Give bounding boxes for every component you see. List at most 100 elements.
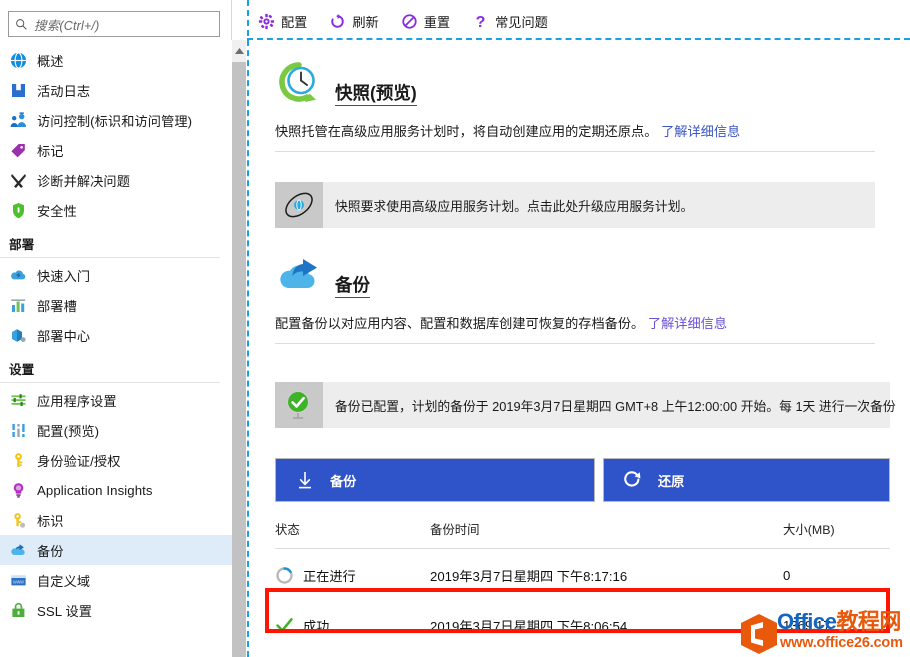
backup-learn-more-link[interactable]: 了解详细信息	[648, 316, 727, 331]
custom-domain-www-icon: www	[9, 571, 28, 590]
row-status-label: 成功	[303, 618, 330, 634]
divider	[0, 382, 220, 383]
identity-key-icon	[9, 511, 28, 530]
sidebar-item-label: Application Insights	[37, 482, 153, 498]
snapshot-info-banner[interactable]: 快照要求使用高级应用服务计划。点击此处升级应用服务计划。	[275, 182, 875, 228]
sidebar-item-access-control[interactable]: 访问控制(标识和访问管理)	[0, 105, 232, 135]
sidebar-item-label: 部署槽	[37, 298, 77, 314]
backup-history-table: 状态 备份时间 大小(MB) 正在进行 2019年3月7日星期四 下午8:17:…	[275, 520, 890, 643]
sidebar-item-label: 配置(预览)	[37, 423, 100, 439]
sidebar-item-label: 备份	[37, 543, 64, 559]
sidebar-item-overview[interactable]: 概述	[0, 45, 232, 75]
sidebar-item-application-insights[interactable]: Application Insights	[0, 475, 232, 505]
backup-action-button[interactable]: 备份	[275, 458, 595, 502]
row-time-cell: 2019年3月7日星期四 下午8:06:54	[430, 618, 628, 634]
svg-text:?: ?	[476, 13, 486, 30]
search-placeholder-text: 搜索(Ctrl+/)	[34, 18, 100, 33]
ssl-settings-lock-icon	[9, 601, 28, 620]
auth-key-icon	[9, 451, 28, 470]
snapshot-description: 快照托管在高级应用服务计划时，将自动创建应用的定期还原点。 了解详细信息	[275, 121, 875, 152]
toolbar-label: 配置	[281, 14, 308, 30]
configuration-sliders-icon	[9, 421, 28, 440]
sidebar-item-backup[interactable]: 备份	[0, 535, 232, 565]
snapshot-description-text: 快照托管在高级应用服务计划时，将自动创建应用的定期还原点。	[275, 124, 658, 139]
toolbar-label: 常见问题	[495, 14, 548, 30]
activity-log-book-icon	[9, 81, 28, 100]
sidebar-group-settings: 设置	[0, 359, 232, 382]
clock-refresh-icon	[275, 58, 323, 106]
sidebar-item-quickstart[interactable]: 快速入门	[0, 260, 232, 290]
backup-banner-text: 备份已配置，计划的备份于 2019年3月7日星期四 GMT+8 上午12:00:…	[335, 398, 896, 414]
sidebar-item-deployment-slots[interactable]: 部署槽	[0, 290, 232, 320]
sidebar-item-label: 标识	[37, 513, 64, 529]
vertical-scrollbar[interactable]	[232, 40, 246, 657]
faq-button[interactable]: ? 常见问题	[472, 12, 548, 31]
sidebar-item-configuration[interactable]: 配置(预览)	[0, 415, 232, 445]
row-size-cell: 1369.17	[783, 617, 831, 633]
row-status-label: 正在进行	[303, 568, 356, 584]
diagnose-tools-icon	[9, 171, 28, 190]
sidebar-item-label: 安全性	[37, 203, 77, 219]
sidebar-item-authentication[interactable]: 身份验证/授权	[0, 445, 232, 475]
sidebar-item-label: 应用程序设置	[37, 393, 117, 409]
table-row[interactable]: 正在进行 2019年3月7日星期四 下午8:17:16 0	[275, 557, 890, 593]
sidebar-item-label: 自定义域	[37, 573, 91, 589]
sidebar-item-label: 诊断并解决问题	[37, 173, 131, 189]
scrollbar-thumb[interactable]	[232, 62, 246, 657]
reset-ban-icon	[402, 13, 417, 29]
backup-section: 备份 配置备份以对应用内容、配置和数据库创建可恢复的存档备份。 了解详细信息	[275, 250, 875, 344]
app-settings-sliders-icon	[9, 391, 28, 410]
sidebar-group-title: 设置	[9, 363, 35, 377]
not-available-icon	[275, 182, 323, 228]
restore-action-button[interactable]: 还原	[603, 458, 890, 502]
sidebar-item-diagnose[interactable]: 诊断并解决问题	[0, 165, 232, 195]
access-control-people-icon	[9, 111, 28, 130]
reset-button[interactable]: 重置	[401, 12, 450, 31]
snapshot-title: 快照(预览)	[335, 83, 417, 106]
backup-header: 备份	[275, 250, 875, 298]
sidebar-item-label: 概述	[37, 53, 64, 69]
search-input[interactable]: 搜索(Ctrl+/)	[8, 11, 220, 37]
column-header-time: 备份时间	[430, 523, 480, 537]
tag-icon	[9, 141, 28, 160]
success-checkmark-icon	[275, 616, 294, 635]
search-icon	[16, 18, 27, 30]
row-size-cell: 0	[783, 567, 791, 583]
toolbar-label: 重置	[423, 14, 451, 30]
configure-button[interactable]: 配置	[258, 12, 307, 31]
backup-title: 备份	[335, 275, 370, 298]
sidebar-item-identity[interactable]: 标识	[0, 505, 232, 535]
azure-portal-backup-page: 搜索(Ctrl+/) « 概述	[0, 0, 910, 657]
column-header-size: 大小(MB)	[783, 523, 835, 537]
sidebar-item-label: 活动日志	[37, 83, 91, 99]
sidebar-nav: 概述 活动日志 访问控制(标识和访问管理) 标记 诊断并解决问题 安全性 部署 …	[0, 45, 232, 625]
backup-status-banner: 备份已配置，计划的备份于 2019年3月7日星期四 GMT+8 上午12:00:…	[275, 382, 896, 428]
refresh-icon	[331, 13, 345, 28]
table-row[interactable]: 成功 2019年3月7日星期四 下午8:06:54 1369.17	[275, 607, 890, 643]
sidebar-item-ssl-settings[interactable]: SSL 设置	[0, 595, 232, 625]
sidebar-item-tags[interactable]: 标记	[0, 135, 232, 165]
download-arrow-icon	[294, 469, 316, 491]
row-status-cell: 正在进行	[275, 566, 430, 585]
sidebar-item-activity-log[interactable]: 活动日志	[0, 75, 232, 105]
sidebar-item-security[interactable]: 安全性	[0, 195, 232, 225]
backup-cloud-icon	[9, 541, 28, 560]
snapshot-learn-more-link[interactable]: 了解详细信息	[661, 124, 740, 139]
command-toolbar: 配置 刷新 重置 ? 常见问题	[258, 8, 548, 34]
sidebar-item-deployment-center[interactable]: 部署中心	[0, 320, 232, 350]
sidebar-item-custom-domain[interactable]: www 自定义域	[0, 565, 232, 595]
gear-icon	[258, 13, 275, 29]
column-header-status: 状态	[275, 523, 300, 537]
scroll-up-arrow-icon[interactable]	[232, 40, 246, 62]
cloud-upload-icon	[275, 250, 323, 298]
sidebar-divider	[231, 0, 232, 40]
sidebar-item-app-settings[interactable]: 应用程序设置	[0, 385, 232, 415]
refresh-button[interactable]: 刷新	[329, 12, 379, 31]
restore-arrow-icon	[622, 469, 644, 491]
deployment-center-box-icon	[9, 326, 28, 345]
sidebar-group-deploy: 部署	[0, 234, 232, 257]
sidebar-item-label: SSL 设置	[37, 603, 93, 619]
sidebar-item-label: 访问控制(标识和访问管理)	[37, 113, 193, 129]
table-header-row: 状态 备份时间 大小(MB)	[275, 520, 890, 549]
sidebar-item-label: 身份验证/授权	[37, 453, 121, 469]
